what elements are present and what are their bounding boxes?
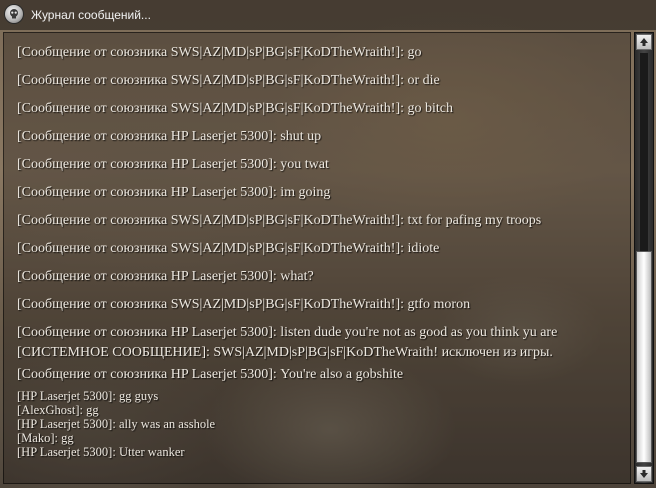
message-log-window: Журнал сообщений... [Сообщение от союзни… — [0, 0, 656, 488]
log-message: [Сообщение от союзника SWS|AZ|MD|sP|BG|s… — [17, 73, 440, 88]
log-message: [Сообщение от союзника HP Laserjet 5300]… — [17, 185, 331, 200]
log-message: [Сообщение от союзника HP Laserjet 5300]… — [17, 129, 322, 144]
log-message: [Сообщение от союзника HP Laserjet 5300]… — [17, 367, 404, 382]
scroll-down-button[interactable] — [636, 466, 652, 482]
log-message: [Сообщение от союзника SWS|AZ|MD|sP|BG|s… — [17, 101, 453, 116]
chat-line: [HP Laserjet 5300]: ally was an asshole — [17, 417, 216, 431]
chat-line: [HP Laserjet 5300]: Utter wanker — [17, 445, 185, 459]
system-message: [СИСТЕМНОЕ СООБЩЕНИЕ]: SWS|AZ|MD|sP|BG|s… — [17, 345, 553, 360]
message-log: [Сообщение от союзника SWS|AZ|MD|sP|BG|s… — [3, 32, 631, 484]
scroll-thumb[interactable] — [636, 251, 652, 463]
arrow-down-icon — [640, 470, 648, 478]
log-message: [Сообщение от союзника SWS|AZ|MD|sP|BG|s… — [17, 241, 440, 256]
log-message: [Сообщение от союзника HP Laserjet 5300]… — [17, 269, 314, 284]
title-bar[interactable]: Журнал сообщений... — [0, 0, 656, 30]
chat-line: [Mako]: gg — [17, 431, 74, 445]
arrow-up-icon — [640, 38, 648, 46]
window-title: Журнал сообщений... — [31, 8, 151, 22]
vertical-scrollbar[interactable] — [634, 32, 654, 484]
log-message: [Сообщение от союзника HP Laserjet 5300]… — [17, 157, 329, 172]
scroll-up-button[interactable] — [636, 34, 652, 50]
skull-icon — [5, 5, 23, 23]
chat-line: [HP Laserjet 5300]: gg guys — [17, 389, 159, 403]
log-message: [Сообщение от союзника SWS|AZ|MD|sP|BG|s… — [17, 213, 542, 228]
log-message: [Сообщение от союзника HP Laserjet 5300]… — [17, 325, 558, 340]
log-message: [Сообщение от союзника SWS|AZ|MD|sP|BG|s… — [17, 297, 471, 312]
chat-line: [AlexGhost]: gg — [17, 403, 99, 417]
log-message: [Сообщение от союзника SWS|AZ|MD|sP|BG|s… — [17, 45, 422, 60]
